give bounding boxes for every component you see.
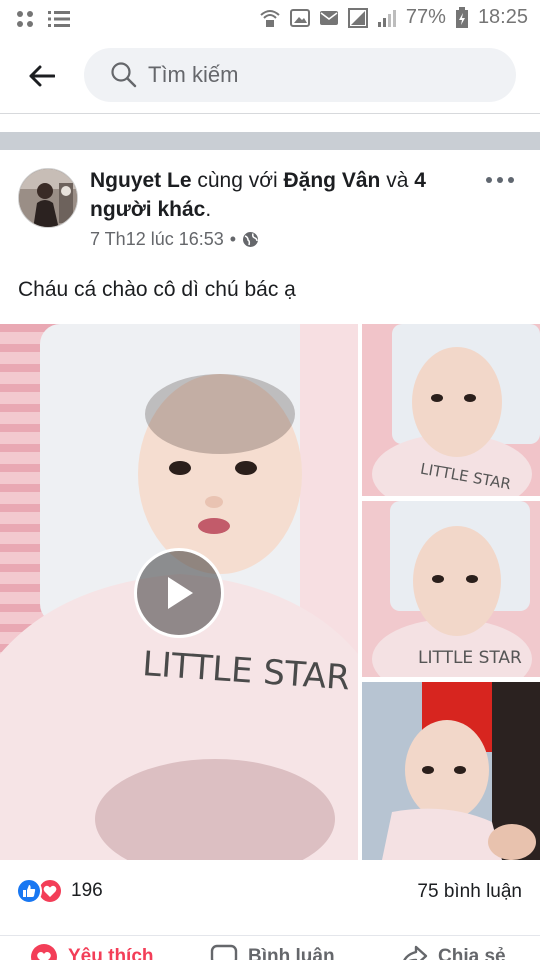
list-icon (48, 11, 70, 27)
no-signal-icon (347, 7, 368, 28)
like-button[interactable]: Yêu thích (30, 944, 154, 960)
comment-label: Bình luận (248, 946, 335, 960)
search-input[interactable] (148, 48, 488, 102)
search-bar[interactable] (84, 48, 516, 102)
period-text: . (205, 198, 212, 221)
post-photo[interactable] (362, 682, 540, 860)
and-text: và (380, 169, 415, 192)
globe-icon (243, 232, 259, 247)
mail-icon (319, 10, 338, 25)
feed-separator (0, 132, 540, 150)
comment-button[interactable]: Bình luận (210, 944, 335, 960)
post-video[interactable]: LITTLE STAR (0, 324, 358, 860)
search-header (0, 38, 540, 114)
post-meta: 7 Th12 lúc 16:53 • (90, 229, 259, 250)
status-bar: 77% 18:25 (0, 0, 540, 38)
baby-photo (362, 682, 540, 860)
dot-icon (486, 177, 492, 183)
photo-notification-icon (289, 8, 310, 27)
play-icon (168, 577, 193, 609)
post-options-button[interactable] (484, 170, 516, 190)
comment-icon (210, 944, 238, 960)
with-text: cùng với (191, 169, 284, 192)
signal-icon (377, 9, 396, 27)
share-button[interactable]: Chia sẻ (400, 944, 506, 960)
baby-photo: LITTLE STAR (362, 324, 540, 496)
play-button[interactable] (134, 548, 224, 638)
like-label: Yêu thích (68, 946, 154, 960)
heart-icon (31, 944, 57, 960)
wifi-calling-icon (260, 9, 280, 27)
baby-photo: LITTLE STAR (362, 501, 540, 677)
clock: 18:25 (477, 6, 528, 28)
post-photo[interactable]: LITTLE STAR (362, 324, 540, 496)
tagged-person[interactable]: Đặng Vân (284, 169, 381, 192)
battery-icon (455, 6, 468, 28)
dot-icon (497, 177, 503, 183)
notification-icon (17, 11, 33, 27)
reaction-count: 196 (71, 880, 103, 901)
battery-percent: 77% (405, 6, 446, 28)
dot-icon (508, 177, 514, 183)
like-reaction-icon (16, 878, 42, 904)
post-action-bar: Yêu thích Bình luận Chia sẻ (0, 935, 540, 960)
back-button[interactable] (24, 58, 60, 94)
svg-text:LITTLE STAR: LITTLE STAR (418, 648, 522, 668)
post-author-line: Nguyet Le cùng với Đặng Vân và 4 người k… (90, 166, 470, 224)
reactions-summary[interactable]: 196 (16, 878, 103, 904)
post-photo[interactable]: LITTLE STAR (362, 501, 540, 677)
avatar-image (19, 169, 77, 227)
author-name[interactable]: Nguyet Le (90, 169, 192, 192)
share-icon (403, 945, 428, 960)
post-text: Cháu cá chào cô dì chú bác ạ (18, 278, 296, 301)
meta-separator: • (229, 229, 237, 249)
search-icon (111, 62, 137, 88)
post-timestamp[interactable]: 7 Th12 lúc 16:53 (90, 229, 224, 250)
avatar[interactable] (18, 168, 78, 228)
comment-count[interactable]: 75 bình luận (417, 881, 522, 903)
back-arrow-icon (29, 65, 55, 87)
share-label: Chia sẻ (438, 946, 506, 960)
